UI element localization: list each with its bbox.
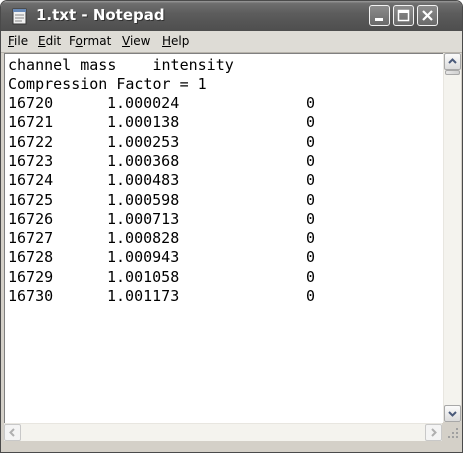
- mass-cell: 1.000483: [107, 171, 180, 190]
- scroll-down-button[interactable]: [444, 405, 461, 422]
- maximize-icon: [397, 9, 410, 22]
- scroll-down-arrow-icon: [448, 411, 457, 417]
- intensity-cell: 0: [306, 113, 316, 132]
- intensity-cell: 0: [306, 171, 316, 190]
- table-row: 16723 1.000368 0: [8, 152, 428, 171]
- close-icon: [422, 10, 433, 21]
- scroll-left-button[interactable]: [4, 424, 21, 441]
- intensity-cell: 0: [306, 190, 316, 209]
- minimize-icon: [375, 18, 383, 21]
- scroll-left-arrow-icon: [9, 428, 15, 437]
- close-button[interactable]: [417, 5, 438, 26]
- title-bar[interactable]: 1.txt - Notepad: [1, 1, 462, 31]
- channel-cell: 16730: [8, 287, 54, 305]
- mass-cell: 1.000598: [107, 190, 180, 209]
- mass-cell: 1.000713: [107, 209, 180, 228]
- menu-help[interactable]: Help: [162, 34, 189, 48]
- window-title: 1.txt - Notepad: [36, 6, 165, 24]
- mass-cell: 1.000828: [107, 229, 180, 248]
- mass-cell: 1.000138: [107, 113, 180, 132]
- channel-cell: 16722: [8, 132, 54, 151]
- resize-grip[interactable]: [444, 424, 460, 440]
- intensity-cell: 0: [306, 267, 316, 286]
- channel-cell: 16725: [8, 190, 54, 209]
- menu-edit[interactable]: Edit: [38, 34, 61, 48]
- vertical-scrollbar[interactable]: [443, 53, 461, 422]
- channel-cell: 16728: [8, 248, 54, 267]
- table-row: 16722 1.000253 0: [8, 133, 428, 152]
- mass-cell: 1.000943: [107, 248, 180, 267]
- table-row: 16728 1.000943 0: [8, 248, 428, 267]
- scroll-up-button[interactable]: [444, 53, 461, 70]
- intensity-cell: 0: [306, 248, 316, 267]
- channel-cell: 16721: [8, 113, 54, 132]
- channel-cell: 16727: [8, 229, 54, 248]
- table-row: 16720 1.000024 0: [8, 94, 428, 113]
- table-row: 16729 1.001058 0: [8, 268, 428, 287]
- table-row: 16724 1.000483 0: [8, 171, 428, 190]
- table-row: 16725 1.000598 0: [8, 191, 428, 210]
- scroll-up-arrow-icon: [448, 58, 457, 64]
- table-row: 16726 1.000713 0: [8, 210, 428, 229]
- channel-cell: 16720: [8, 94, 54, 112]
- header-line: channel mass intensity: [8, 56, 234, 74]
- notepad-icon[interactable]: [12, 8, 28, 25]
- intensity-cell: 0: [306, 132, 316, 151]
- table-row: 16730 1.001173 0: [8, 287, 428, 306]
- mass-cell: 1.001058: [107, 267, 180, 286]
- mass-cell: 1.000024: [107, 94, 180, 112]
- channel-cell: 16729: [8, 267, 54, 286]
- mass-cell: 1.000253: [107, 132, 180, 151]
- channel-cell: 16723: [8, 151, 54, 170]
- window-bottom-border: [1, 441, 462, 452]
- minimize-button[interactable]: [369, 5, 390, 26]
- intensity-cell: 0: [306, 151, 316, 170]
- menu-format[interactable]: Format: [69, 34, 111, 48]
- horizontal-scrollbar[interactable]: [4, 423, 442, 441]
- vertical-scroll-thumb[interactable]: [445, 70, 460, 75]
- table-row: 16727 1.000828 0: [8, 229, 428, 248]
- notepad-window: 1.txt - Notepad File Edit Format View He…: [0, 0, 463, 453]
- menu-file[interactable]: File: [8, 34, 28, 48]
- resize-grip-icon: [448, 428, 458, 438]
- channel-cell: 16726: [8, 209, 54, 228]
- channel-cell: 16724: [8, 171, 54, 190]
- compression-line: Compression Factor = 1: [8, 75, 207, 93]
- mass-cell: 1.000368: [107, 151, 180, 170]
- intensity-cell: 0: [306, 209, 316, 228]
- intensity-cell: 0: [306, 94, 316, 112]
- menu-view[interactable]: View: [122, 34, 150, 48]
- scroll-right-button[interactable]: [425, 424, 442, 441]
- maximize-button[interactable]: [393, 5, 414, 26]
- scroll-right-arrow-icon: [431, 428, 437, 437]
- table-row: 16721 1.000138 0: [8, 113, 428, 132]
- intensity-cell: 0: [306, 229, 316, 248]
- menu-bar: File Edit Format View Help: [1, 31, 462, 53]
- text-editor[interactable]: channel mass intensity Compression Facto…: [4, 53, 443, 423]
- intensity-cell: 0: [306, 287, 316, 305]
- mass-cell: 1.001173: [107, 287, 180, 305]
